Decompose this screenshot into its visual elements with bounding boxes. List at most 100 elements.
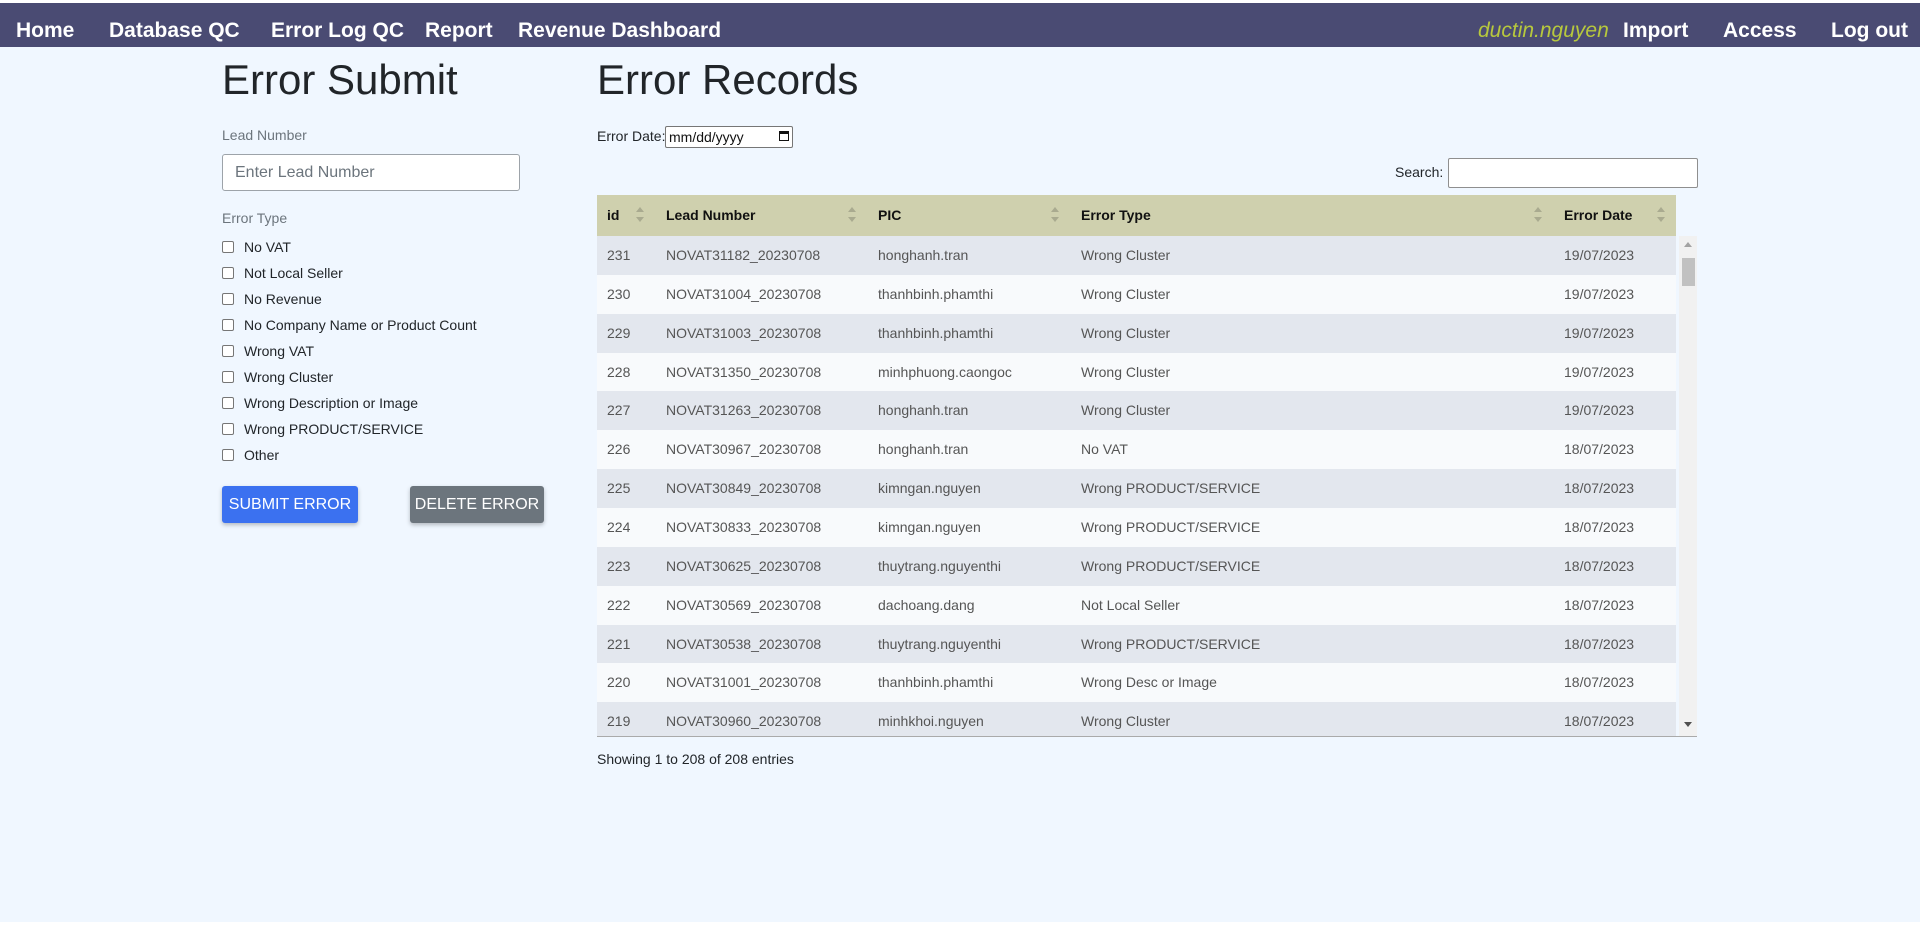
sort-icon[interactable] (1051, 207, 1059, 223)
cell-pic: minhkhoi.nguyen (878, 713, 984, 730)
cell-pic: thuytrang.nguyenthi (878, 557, 1001, 574)
table-row[interactable]: 229 NOVAT31003_20230708 thanhbinh.phamthi W… (597, 313, 1676, 354)
table-row[interactable]: 223 NOVAT30625_20230708 thuytrang.nguyenth… (597, 546, 1676, 587)
sort-icon[interactable] (1534, 207, 1542, 223)
table-row[interactable]: 228 NOVAT31350_20230708 minhphuong.caongoc… (597, 352, 1676, 393)
checkbox[interactable] (222, 423, 234, 435)
nav-report-link[interactable]: Report (425, 3, 493, 47)
cell-pic: dachoang.dang (878, 596, 975, 613)
checkbox[interactable] (222, 241, 234, 253)
table-header: id Lead Number PIC Error Type Error Date (597, 195, 1676, 236)
nav-revenue-dashboard-link[interactable]: Revenue Dashboard (518, 3, 721, 47)
calendar-icon[interactable] (779, 131, 789, 141)
date-placeholder: mm/dd/yyyy (669, 129, 744, 145)
option-label: No Company Name or Product Count (244, 317, 477, 333)
table-body-scroll[interactable]: 231 NOVAT31182_20230708 honghanh.tran Wrong… (597, 236, 1697, 736)
bottom-strip (0, 922, 1920, 928)
table-row[interactable]: 220 NOVAT31001_20230708 thanhbinh.phamthi W… (597, 663, 1676, 704)
cell-lead-number: NOVAT31004_20230708 (666, 285, 822, 302)
cell-id: 226 (607, 441, 631, 458)
cell-lead-number: NOVAT31263_20230708 (666, 402, 822, 419)
table-row[interactable]: 231 NOVAT31182_20230708 honghanh.tran Wrong… (597, 236, 1676, 276)
scroll-up-icon[interactable] (1684, 242, 1692, 247)
cell-pic: thuytrang.nguyenthi (878, 635, 1001, 652)
error-type-option-wrong-cluster[interactable]: Wrong Cluster (222, 368, 333, 386)
cell-lead-number: NOVAT30967_20230708 (666, 441, 822, 458)
table-row[interactable]: 227 NOVAT31263_20230708 honghanh.tran Wrong… (597, 391, 1676, 432)
error-type-option-wrong-product[interactable]: Wrong PRODUCT/SERVICE (222, 420, 423, 438)
scrollbar-thumb[interactable] (1682, 258, 1695, 286)
table-row[interactable]: 221 NOVAT30538_20230708 thuytrang.nguyenth… (597, 624, 1676, 665)
checkbox[interactable] (222, 267, 234, 279)
table-scrollbar[interactable] (1679, 236, 1697, 736)
nav-database-qc-link[interactable]: Database QC (109, 3, 240, 47)
cell-lead-number: NOVAT30569_20230708 (666, 596, 822, 613)
nav-user-link[interactable]: ductin.nguyen (1478, 3, 1609, 47)
error-date-input[interactable]: mm/dd/yyyy (665, 126, 793, 148)
error-type-option-wrong-vat[interactable]: Wrong VAT (222, 342, 314, 360)
cell-error-type: Wrong PRODUCT/SERVICE (1081, 518, 1261, 535)
table-row[interactable]: 230 NOVAT31004_20230708 thanhbinh.phamthi W… (597, 274, 1676, 315)
column-header-error-type[interactable]: Error Type (1081, 195, 1151, 236)
option-label: No Revenue (244, 291, 322, 307)
checkbox[interactable] (222, 371, 234, 383)
nav-logout-link[interactable]: Log out (1831, 3, 1908, 47)
cell-error-type: Wrong Desc or Image (1081, 674, 1217, 691)
table-row[interactable]: 224 NOVAT30833_20230708 kimngan.nguyen Wron… (597, 507, 1676, 548)
cell-error-type: Wrong Cluster (1081, 713, 1171, 730)
cell-error-type: Wrong Cluster (1081, 402, 1171, 419)
cell-error-date: 19/07/2023 (1564, 285, 1635, 302)
checkbox[interactable] (222, 293, 234, 305)
option-label: No VAT (244, 239, 291, 255)
cell-lead-number: NOVAT31350_20230708 (666, 363, 822, 380)
option-label: Wrong Cluster (244, 369, 334, 385)
search-input[interactable] (1448, 158, 1698, 188)
checkbox[interactable] (222, 397, 234, 409)
sort-icon[interactable] (636, 207, 644, 223)
error-type-option-no-revenue[interactable]: No Revenue (222, 290, 322, 308)
cell-id: 230 (607, 285, 631, 302)
error-type-option-no-vat[interactable]: No VAT (222, 238, 291, 256)
submit-error-button[interactable]: SUBMIT ERROR (222, 486, 358, 523)
table-row[interactable]: 226 NOVAT30967_20230708 honghanh.tran No VA… (597, 430, 1676, 471)
table-row[interactable]: 225 NOVAT30849_20230708 kimngan.nguyen Wron… (597, 469, 1676, 510)
cell-lead-number: NOVAT30833_20230708 (666, 518, 822, 535)
scroll-down-icon[interactable] (1684, 722, 1692, 727)
option-label: Other (244, 447, 280, 463)
error-type-option-other[interactable]: Other (222, 446, 279, 464)
table-bottom-border (597, 736, 1697, 737)
cell-id: 228 (607, 363, 631, 380)
option-label: Wrong PRODUCT/SERVICE (244, 421, 424, 437)
lead-number-label: Lead Number (222, 127, 307, 143)
nav-home-link[interactable]: Home (16, 3, 74, 47)
error-type-option-wrong-description[interactable]: Wrong Description or Image (222, 394, 418, 412)
option-label: Wrong Description or Image (244, 395, 419, 411)
nav-error-log-qc-link[interactable]: Error Log QC (271, 3, 404, 47)
cell-pic: thanhbinh.phamthi (878, 674, 994, 691)
cell-pic: kimngan.nguyen (878, 518, 981, 535)
table-row[interactable]: 219 NOVAT30960_20230708 minhkhoi.nguyen Wro… (597, 702, 1676, 736)
cell-lead-number: NOVAT31182_20230708 (666, 247, 821, 263)
sort-icon[interactable] (848, 207, 856, 223)
checkbox[interactable] (222, 319, 234, 331)
delete-error-button[interactable]: DELETE ERROR (410, 486, 544, 523)
nav-access-link[interactable]: Access (1723, 3, 1797, 47)
table-row[interactable]: 222 NOVAT30569_20230708 dachoang.dang Not L… (597, 585, 1676, 626)
nav-import-link[interactable]: Import (1623, 3, 1688, 47)
column-header-error-date[interactable]: Error Date (1564, 195, 1632, 236)
cell-pic: honghanh.tran (878, 247, 969, 263)
checkbox[interactable] (222, 345, 234, 357)
cell-id: 223 (607, 557, 631, 574)
column-header-pic[interactable]: PIC (878, 195, 901, 236)
column-header-id[interactable]: id (607, 195, 619, 236)
sort-icon[interactable] (1657, 207, 1665, 223)
error-type-option-no-company-name[interactable]: No Company Name or Product Count (222, 316, 477, 334)
error-submit-title: Error Submit (222, 56, 458, 103)
cell-pic: minhphuong.caongoc (878, 363, 1012, 380)
column-header-lead-number[interactable]: Lead Number (666, 195, 755, 236)
cell-lead-number: NOVAT31001_20230708 (666, 674, 822, 691)
checkbox[interactable] (222, 449, 234, 461)
lead-number-input[interactable] (222, 154, 520, 191)
cell-error-date: 18/07/2023 (1564, 441, 1635, 458)
error-type-option-not-local-seller[interactable]: Not Local Seller (222, 264, 343, 282)
